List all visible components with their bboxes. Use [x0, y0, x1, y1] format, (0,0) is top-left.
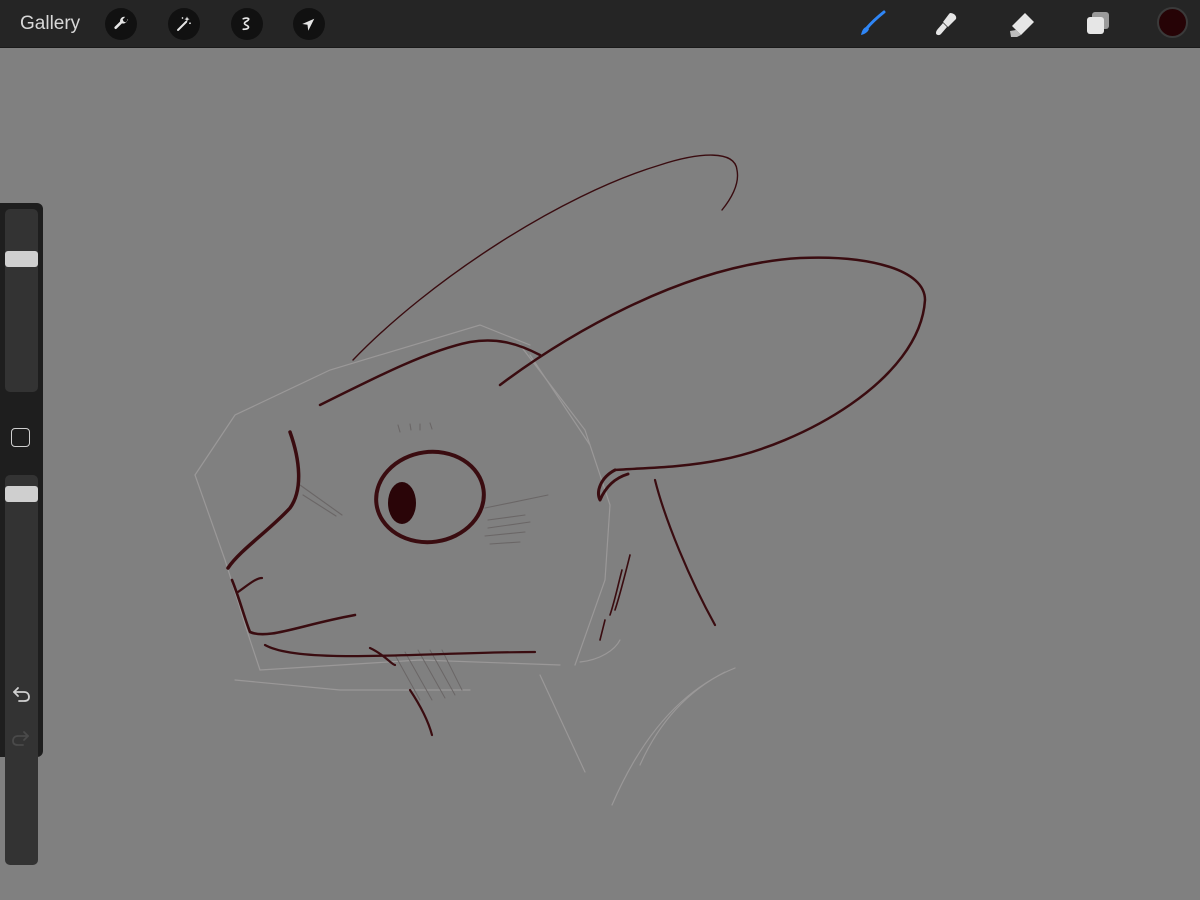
wrench-icon	[114, 16, 129, 30]
magic-wand-icon	[177, 16, 191, 31]
eraser-icon	[1010, 13, 1034, 37]
selection-button[interactable]	[231, 8, 263, 40]
redo-button[interactable]	[10, 726, 32, 748]
color-picker-button[interactable]	[1157, 7, 1188, 38]
drawing-canvas[interactable]	[0, 48, 1200, 900]
actions-button[interactable]	[105, 8, 137, 40]
brush-tool-button[interactable]	[855, 7, 889, 41]
top-toolbar: Gallery	[0, 0, 1200, 48]
redo-icon	[12, 731, 29, 746]
eraser-tool-button[interactable]	[1005, 7, 1039, 41]
brush-icon	[861, 10, 886, 35]
undo-icon	[13, 687, 30, 702]
layers-icon	[1087, 12, 1109, 34]
brush-size-thumb[interactable]	[5, 250, 38, 267]
rabbit-sketch	[0, 48, 1200, 900]
layers-button[interactable]	[1081, 7, 1115, 41]
undo-button[interactable]	[10, 682, 32, 704]
selection-icon	[242, 17, 250, 31]
transform-button[interactable]	[293, 8, 325, 40]
smudge-icon	[936, 13, 957, 36]
smudge-tool-button[interactable]	[929, 7, 963, 41]
rabbit-pupil	[388, 482, 416, 524]
adjustments-button[interactable]	[168, 8, 200, 40]
gallery-button[interactable]: Gallery	[20, 12, 80, 36]
transform-arrow-icon	[302, 18, 315, 31]
brush-size-slider[interactable]	[5, 209, 38, 392]
left-sidebar	[0, 203, 43, 865]
modify-button[interactable]	[11, 428, 30, 447]
opacity-thumb[interactable]	[5, 486, 38, 503]
opacity-slider[interactable]	[5, 475, 38, 865]
